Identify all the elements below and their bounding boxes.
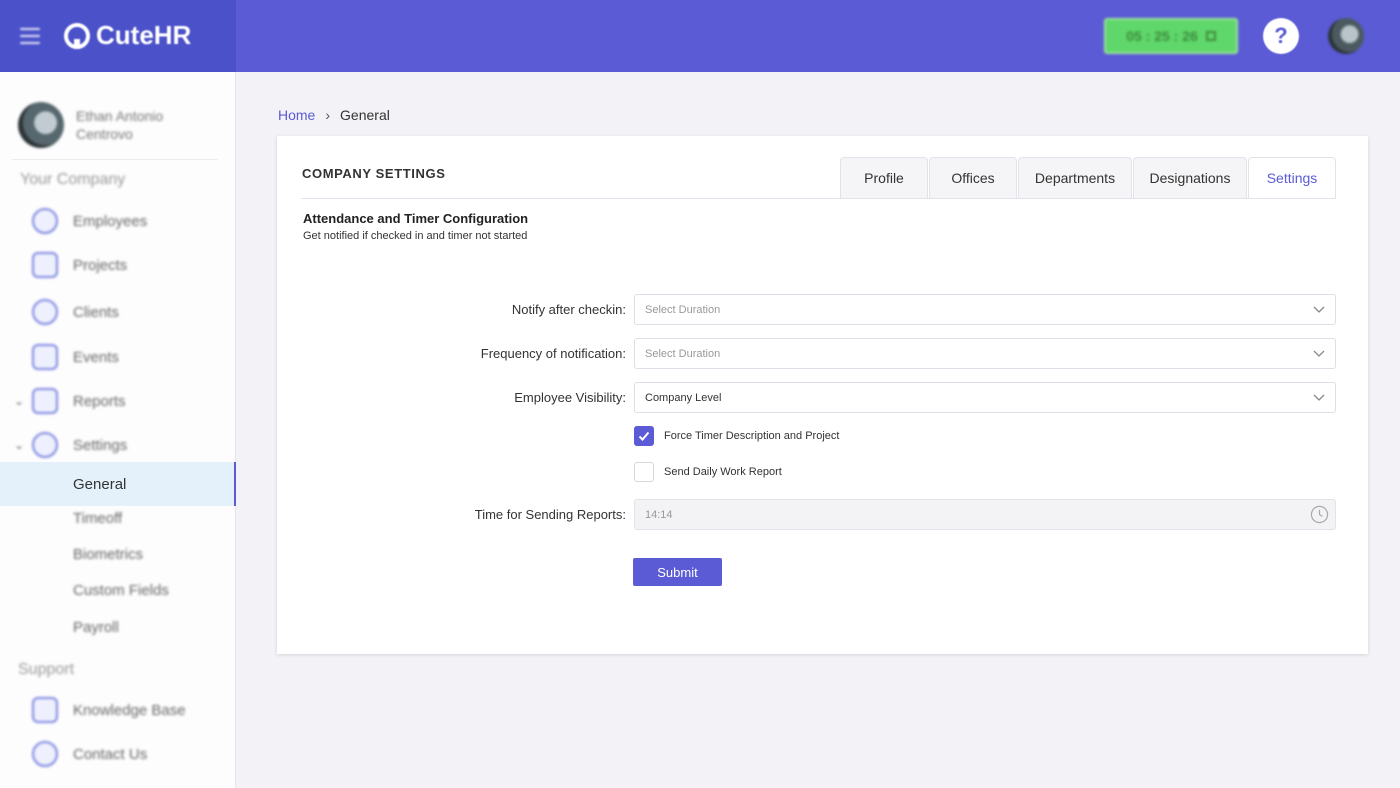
sidebar-item-label: General (73, 475, 127, 493)
select-placeholder: Select Duration (645, 303, 721, 316)
reports-icon (32, 388, 58, 414)
settings-tabs: Profile Offices Departments Designations… (839, 157, 1336, 198)
top-bar: CuteHR 05 : 25 : 26 ? (0, 0, 1400, 72)
breadcrumb-home-link[interactable]: Home (278, 107, 315, 123)
daily-report-row: Send Daily Work Report (634, 462, 782, 482)
chevron-right-icon: › (325, 107, 331, 123)
app-name: CuteHR (96, 20, 192, 50)
employee-visibility-select[interactable]: Company Level (634, 382, 1336, 413)
select-placeholder: Select Duration (645, 347, 721, 360)
sidebar-item-label: Reports (73, 392, 126, 410)
sidebar-item-label: Knowledge Base (73, 701, 186, 719)
sidebar-user[interactable]: Ethan Antonio Centrovo (18, 102, 186, 148)
clock-icon[interactable] (1310, 505, 1329, 524)
sidebar-item-clients[interactable]: Clients (0, 292, 236, 332)
notify-after-checkin-select[interactable]: Select Duration (634, 294, 1336, 325)
user-avatar[interactable] (1328, 18, 1364, 54)
avatar (18, 102, 64, 148)
section-description: Get notified if checked in and timer not… (303, 230, 528, 242)
sidebar-item-label: Events (73, 348, 119, 366)
frequency-select[interactable]: Select Duration (634, 338, 1336, 369)
sidebar-item-label: Clients (73, 303, 119, 321)
section-title: Attendance and Timer Configuration (303, 211, 529, 226)
projects-icon (32, 252, 58, 278)
sidebar-item-label: Custom Fields (73, 581, 169, 599)
sidebar-item-label: Timeoff (73, 509, 123, 527)
sidebar-item-contact-us[interactable]: Contact Us (0, 734, 236, 774)
chevron-down-icon: ⌄ (14, 438, 25, 452)
tab-designations[interactable]: Designations (1133, 157, 1247, 198)
tab-profile[interactable]: Profile (840, 157, 928, 198)
section-support: Support (18, 661, 75, 678)
stop-icon (1205, 31, 1216, 41)
sidebar-item-label: Payroll (73, 618, 119, 636)
chevron-down-icon: ⌄ (14, 394, 25, 408)
employees-icon (32, 208, 58, 234)
sidebar-item-events[interactable]: Events (0, 337, 236, 377)
chevron-down-icon (1313, 350, 1325, 357)
tab-divider (301, 198, 1336, 199)
section-your-company: Your Company (20, 171, 126, 188)
sidebar-item-settings[interactable]: ⌄ Settings (0, 425, 236, 465)
company-settings-card: COMPANY SETTINGS Profile Offices Departm… (277, 136, 1368, 654)
sidebar-item-reports[interactable]: ⌄ Reports (0, 381, 236, 421)
sidebar-item-label: Settings (73, 436, 128, 454)
time-for-reports-label: Time for Sending Reports: (474, 507, 626, 522)
brand-area: CuteHR (0, 0, 236, 72)
timer-value: 05 : 25 : 26 (1126, 28, 1198, 44)
sidebar-item-employees[interactable]: Employees (0, 201, 236, 241)
app-logo[interactable]: CuteHR (64, 20, 191, 51)
page-title: COMPANY SETTINGS (302, 166, 446, 181)
notify-after-checkin-label: Notify after checkin: (511, 302, 626, 317)
frequency-label: Frequency of notification: (480, 346, 626, 361)
chevron-down-icon (1313, 394, 1325, 401)
breadcrumb: Home › General (278, 107, 390, 123)
user-name: Ethan Antonio Centrovo (76, 108, 164, 142)
sidebar-item-label: Projects (73, 256, 128, 274)
daily-report-checkbox[interactable] (634, 462, 654, 482)
checkmark-icon (638, 431, 650, 441)
employee-visibility-label: Employee Visibility: (514, 390, 626, 405)
sidebar: Ethan Antonio Centrovo Your Company Empl… (0, 72, 236, 788)
logo-icon (64, 22, 90, 49)
time-value: 14:14 (645, 508, 673, 521)
sidebar-item-label: Contact Us (73, 745, 148, 763)
breadcrumb-current: General (340, 107, 390, 123)
submit-button[interactable]: Submit (633, 558, 722, 586)
events-icon (32, 344, 58, 370)
divider (12, 159, 218, 160)
daily-report-label: Send Daily Work Report (664, 466, 782, 478)
hamburger-menu-icon[interactable] (20, 28, 40, 44)
phone-icon (32, 741, 58, 767)
time-for-reports-input[interactable]: 14:14 (634, 499, 1336, 530)
sidebar-item-label: Employees (73, 212, 148, 230)
force-timer-checkbox[interactable] (634, 426, 654, 446)
force-timer-row: Force Timer Description and Project (634, 426, 839, 446)
book-icon (32, 697, 58, 723)
settings-icon (32, 432, 58, 458)
force-timer-label: Force Timer Description and Project (664, 430, 840, 442)
sidebar-subitem-payroll[interactable]: Payroll (0, 605, 236, 649)
select-value: Company Level (645, 391, 722, 404)
tab-settings[interactable]: Settings (1248, 157, 1336, 198)
clients-icon (32, 299, 58, 325)
help-button[interactable]: ? (1263, 18, 1299, 54)
timer-button[interactable]: 05 : 25 : 26 (1104, 18, 1238, 54)
sidebar-item-knowledge-base[interactable]: Knowledge Base (0, 690, 236, 730)
chevron-down-icon (1313, 306, 1325, 313)
tab-departments[interactable]: Departments (1018, 157, 1132, 198)
sidebar-item-label: Biometrics (73, 545, 144, 563)
tab-offices[interactable]: Offices (929, 157, 1017, 198)
sidebar-item-projects[interactable]: Projects (0, 245, 236, 285)
